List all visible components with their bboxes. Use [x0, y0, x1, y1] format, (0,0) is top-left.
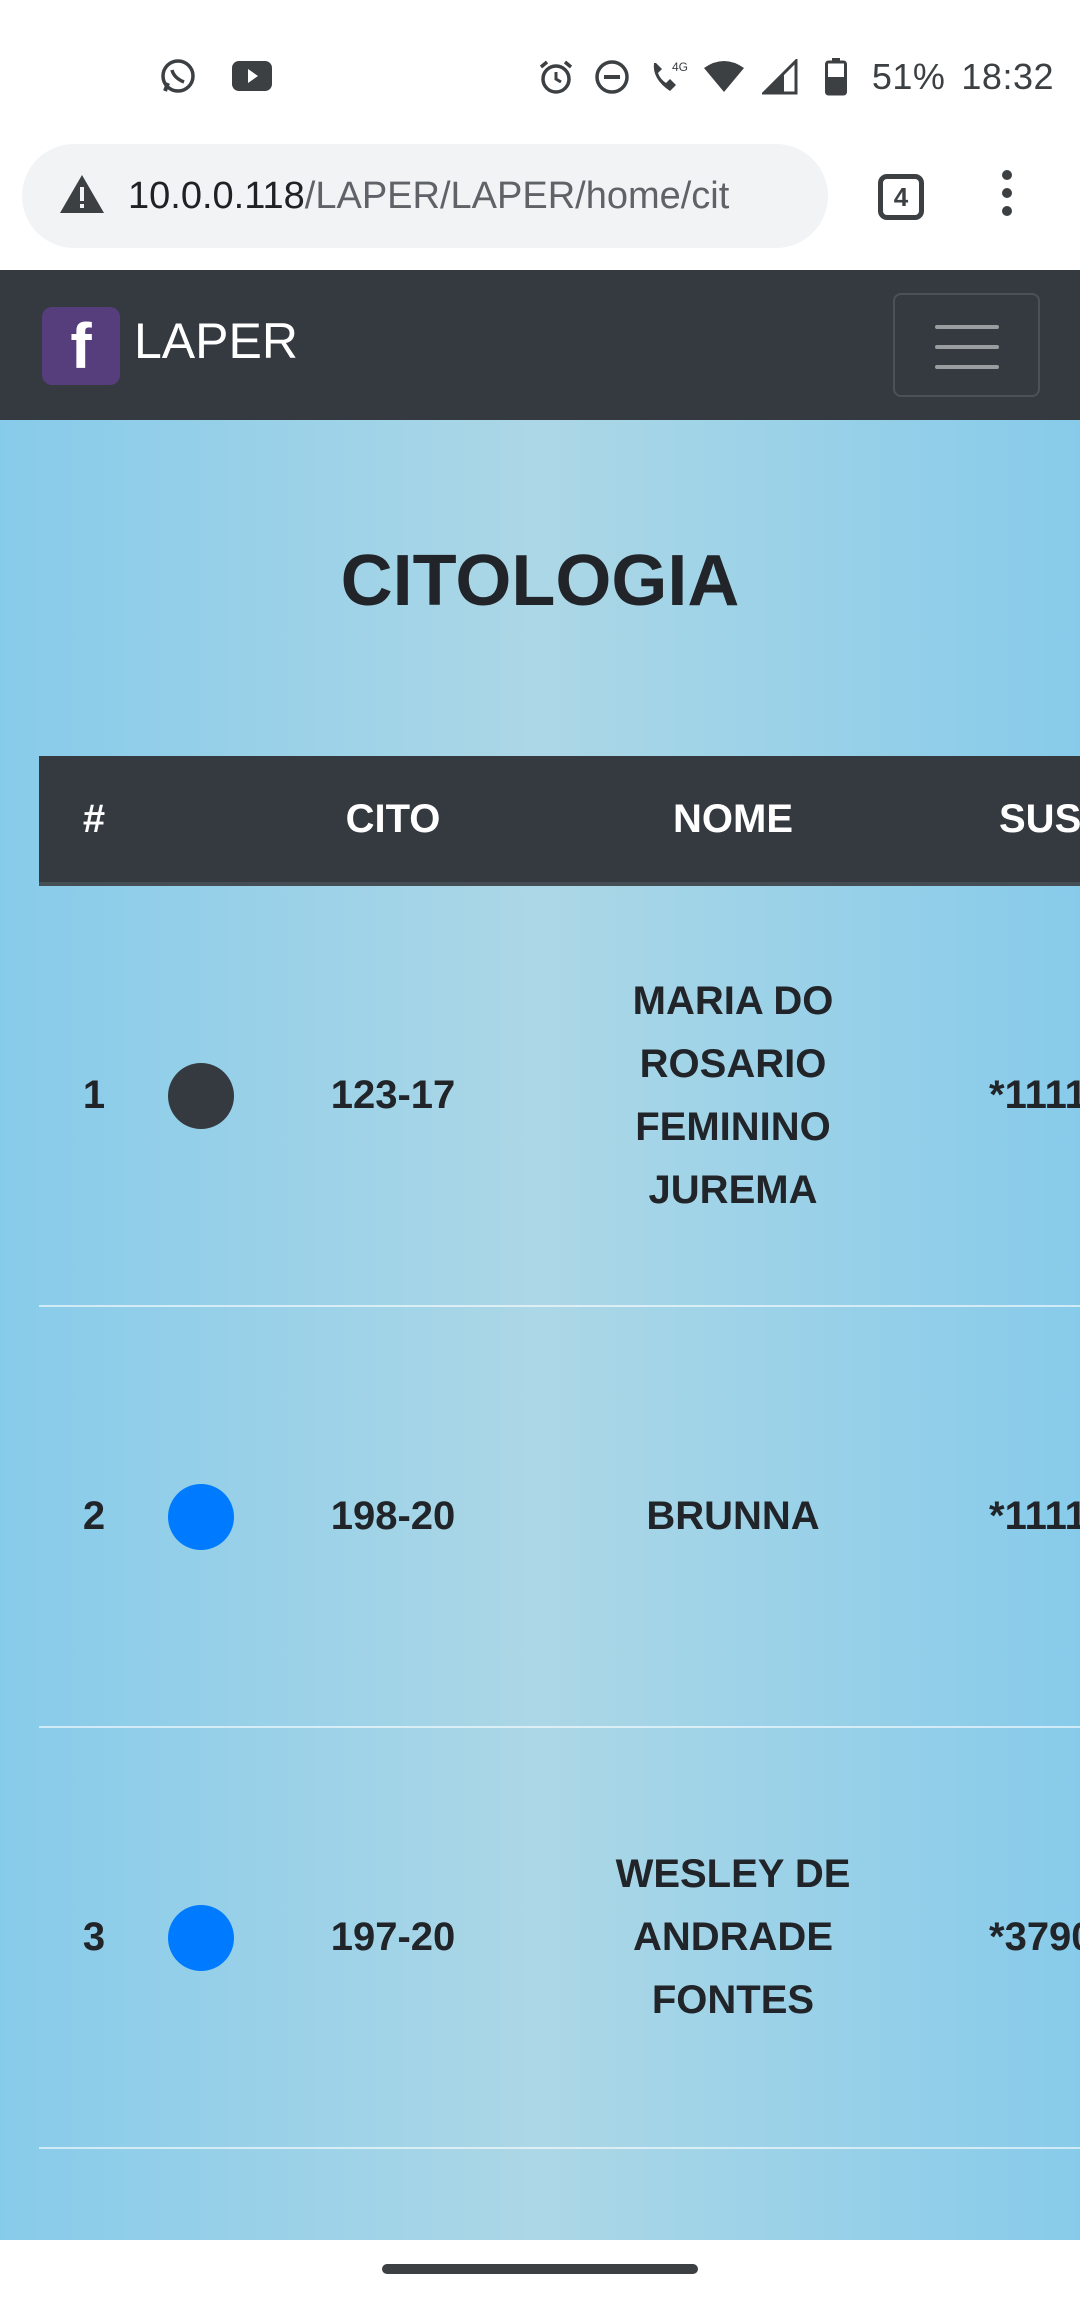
- url-host: 10.0.0.118: [128, 174, 305, 217]
- row-number: 2: [82, 1494, 106, 1538]
- page-title: CITOLOGIA: [340, 541, 740, 621]
- tab-switcher-button[interactable]: 4: [878, 174, 924, 220]
- brand-logo-letter: f: [70, 310, 92, 382]
- table-row[interactable]: 1 123-17 MARIA DO ROSARIO FEMININO JUREM…: [39, 886, 1080, 1307]
- brand-name[interactable]: LAPER: [134, 312, 298, 370]
- row-number: 3: [82, 1915, 106, 1959]
- row-nome: BRUNNA: [646, 1494, 820, 1538]
- table-header: # CITO NOME SUS: [39, 756, 1080, 886]
- url-path: /LAPER/LAPER/home/cit: [304, 174, 730, 217]
- battery-icon: [816, 57, 856, 97]
- wifi-icon: [703, 57, 744, 97]
- tab-count: 4: [893, 181, 909, 212]
- whatsapp-icon: [158, 56, 198, 96]
- status-dot: [168, 1904, 234, 1971]
- citologia-table: # CITO NOME SUS 1 123-17 MARIA DO ROSARI…: [39, 756, 1080, 2149]
- row-number: 1: [82, 1073, 106, 1117]
- app-navbar: f LAPER: [0, 270, 1080, 420]
- header-nome: NOME: [673, 796, 793, 841]
- row-sus: *3790: [989, 1915, 1080, 1959]
- row-nome: WESLEY DE ANDRADE FONTES: [615, 1852, 851, 2022]
- main-content: CITOLOGIA # CITO NOME SUS 1 123-17 MARIA…: [0, 420, 1080, 2240]
- brand-logo[interactable]: f: [42, 307, 120, 385]
- browser-menu-button[interactable]: [992, 170, 1022, 230]
- row-sus: *1111: [989, 1073, 1080, 1117]
- header-num: #: [82, 796, 106, 841]
- status-bar: 4G 51% 18:32: [0, 0, 1080, 140]
- clock: 18:32: [961, 56, 1054, 97]
- row-nome: MARIA DO ROSARIO FEMININO JUREMA: [632, 978, 834, 1212]
- table-row[interactable]: 3 197-20 WESLEY DE ANDRADE FONTES *3790: [39, 1728, 1080, 2149]
- row-cito: 198-20: [330, 1494, 456, 1538]
- battery-percent: 51%: [871, 56, 946, 97]
- url-text[interactable]: 10.0.0.118/LAPER/LAPER/home/cit: [128, 175, 729, 218]
- header-cito: CITO: [345, 796, 441, 841]
- table-row[interactable]: 2 198-20 BRUNNA *1111: [39, 1307, 1080, 1728]
- volte-4g-icon: 4G: [648, 57, 688, 97]
- more-vert-icon: [1002, 170, 1012, 180]
- row-sus: *1111: [989, 1494, 1080, 1538]
- svg-text:4G: 4G: [672, 60, 688, 74]
- navbar-toggler-button[interactable]: [893, 293, 1040, 397]
- alarm-icon: [536, 57, 576, 97]
- do-not-disturb-icon: [592, 57, 632, 97]
- browser-toolbar: 10.0.0.118/LAPER/LAPER/home/cit 4: [0, 140, 1080, 270]
- url-bar[interactable]: 10.0.0.118/LAPER/LAPER/home/cit: [22, 144, 828, 248]
- hamburger-icon: [935, 325, 999, 329]
- home-gesture-handle[interactable]: [382, 2264, 698, 2274]
- header-sus: SUS: [999, 796, 1080, 841]
- row-cito: 123-17: [330, 1073, 456, 1117]
- row-cito: 197-20: [330, 1915, 456, 1959]
- youtube-icon: [232, 56, 272, 96]
- not-secure-warning-icon[interactable]: [58, 173, 106, 220]
- signal-icon: [760, 57, 800, 97]
- status-dot: [168, 1062, 234, 1129]
- status-dot: [168, 1483, 234, 1550]
